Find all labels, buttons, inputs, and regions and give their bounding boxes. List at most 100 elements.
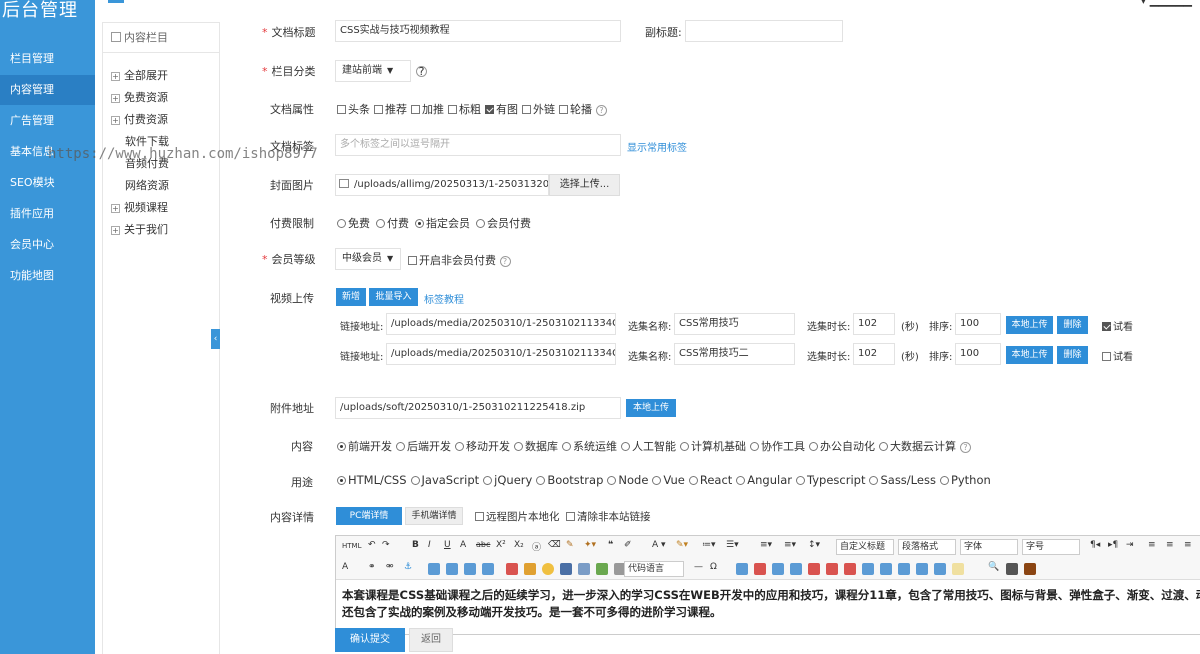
paragraph-format-select[interactable]: 段落格式 <box>898 539 956 555</box>
pure-text-icon[interactable]: ✐ <box>624 540 632 550</box>
radio[interactable] <box>607 476 617 485</box>
align-right-icon[interactable]: ≡ <box>1184 540 1192 550</box>
ordered-list-icon[interactable]: ≔▾ <box>702 540 716 550</box>
subtitle-input[interactable] <box>685 20 843 42</box>
radio[interactable] <box>688 476 698 485</box>
brush-icon[interactable]: ✎ <box>566 540 574 550</box>
checkbox-option[interactable]: 有图 <box>485 103 518 116</box>
expand-icon[interactable]: + <box>111 204 120 213</box>
font-color-icon[interactable]: A ▾ <box>652 540 666 550</box>
tags-input[interactable]: 多个标签之间以逗号隔开 <box>335 134 621 156</box>
video-icon[interactable] <box>560 563 572 575</box>
expand-icon[interactable]: + <box>111 72 120 81</box>
rich-text-editor[interactable]: HTML ↶ ↷ B I U A abc X² X₂ ⓐ ⌫ ✎ ✦▾ ❝ ✐ … <box>335 535 1200 635</box>
image-left-icon[interactable] <box>428 563 440 575</box>
indent-icon[interactable]: ⇥ <box>1126 540 1134 550</box>
radio-option[interactable]: Python <box>939 473 991 487</box>
checkbox[interactable] <box>485 105 494 114</box>
split-cols-icon[interactable] <box>934 563 946 575</box>
nav-item[interactable]: 功能地图 <box>0 261 95 291</box>
batch-import-button[interactable]: 批量导入 <box>369 288 418 306</box>
superscript-icon[interactable]: X² <box>496 540 506 550</box>
local-upload-button[interactable]: 本地上传 <box>1006 316 1053 334</box>
duration-input[interactable]: 102 <box>853 313 895 335</box>
nav-item[interactable]: SEO模块 <box>0 168 95 198</box>
checkbox[interactable] <box>1102 322 1111 331</box>
radio[interactable] <box>337 476 346 485</box>
html-source-icon[interactable]: HTML <box>342 542 361 550</box>
typeset-icon[interactable]: A <box>342 562 348 572</box>
map-icon[interactable] <box>596 563 608 575</box>
insert-col-icon[interactable] <box>808 563 820 575</box>
custom-title-select[interactable]: 自定义标题 <box>836 539 894 555</box>
checkbox[interactable] <box>1102 352 1111 361</box>
radio-option[interactable]: jQuery <box>483 473 532 487</box>
tree-item[interactable]: 网络资源 <box>125 177 169 193</box>
unordered-list-icon[interactable]: ☰▾ <box>726 540 739 550</box>
level-select[interactable]: 中级会员 ▼ <box>335 248 401 270</box>
checkbox-option[interactable]: 标粗 <box>448 103 481 116</box>
row-spacing-top-icon[interactable]: ≡▾ <box>760 540 772 550</box>
unlink-icon[interactable]: ⚮ <box>386 562 394 572</box>
radio[interactable] <box>680 442 689 451</box>
episode-name-input[interactable]: CSS常用技巧 <box>674 313 795 335</box>
nav-item[interactable]: 栏目管理 <box>0 44 95 74</box>
radio[interactable] <box>410 476 420 485</box>
help-icon[interactable]: ? <box>596 105 607 116</box>
radio[interactable] <box>869 476 879 485</box>
radio-option[interactable]: 付费 <box>376 217 409 230</box>
radio-option[interactable]: 大数据云计算 <box>879 440 956 453</box>
help-icon[interactable]: ? <box>416 66 427 77</box>
radio[interactable] <box>562 442 571 451</box>
merge-cells-icon[interactable] <box>844 563 856 575</box>
font-size-select[interactable]: 字号 <box>1022 539 1080 555</box>
tree-item[interactable]: + 视频课程 <box>111 199 168 215</box>
link-address-input[interactable]: /uploads/media/20250310/1-250310211334G6… <box>386 343 616 365</box>
nav-item[interactable]: 广告管理 <box>0 106 95 136</box>
radio[interactable] <box>939 476 949 485</box>
format-painter-icon[interactable]: ✦▾ <box>584 540 596 550</box>
radio-option[interactable]: Typescript <box>796 473 865 487</box>
episode-name-input[interactable]: CSS常用技巧二 <box>674 343 795 365</box>
category-select[interactable]: 建站前端 ▼ <box>335 60 411 82</box>
radio-option[interactable]: 人工智能 <box>621 440 676 453</box>
checkbox[interactable] <box>374 105 383 114</box>
merge-down-icon[interactable] <box>880 563 892 575</box>
nav-item[interactable]: 内容管理 <box>0 75 95 105</box>
eraser-icon[interactable]: ⌫ <box>548 540 561 550</box>
strikethrough-icon[interactable]: abc <box>476 540 490 549</box>
radio-option[interactable]: 移动开发 <box>455 440 510 453</box>
submit-button[interactable]: 确认提交 <box>335 628 405 652</box>
insert-row-before-icon[interactable] <box>772 563 784 575</box>
radio[interactable] <box>652 476 662 485</box>
back-button[interactable]: 返回 <box>409 628 453 652</box>
undo-icon[interactable]: ↶ <box>368 540 376 550</box>
remote-image-check[interactable]: 远程图片本地化 <box>475 509 560 524</box>
radio-option[interactable]: Angular <box>736 473 792 487</box>
ltr-icon[interactable]: ¶◂ <box>1090 540 1100 550</box>
radio[interactable] <box>796 476 805 485</box>
radio[interactable] <box>736 476 746 485</box>
radio-option[interactable]: Vue <box>652 473 685 487</box>
radio[interactable] <box>621 442 630 451</box>
checkbox-option[interactable]: 外链 <box>522 103 555 116</box>
rtl-icon[interactable]: ▸¶ <box>1108 540 1118 550</box>
radio[interactable] <box>455 442 464 451</box>
multi-image-icon[interactable] <box>524 563 536 575</box>
drafts-icon[interactable] <box>1006 563 1018 575</box>
radio-option[interactable]: Node <box>607 473 648 487</box>
radio[interactable] <box>476 219 485 228</box>
merge-right-icon[interactable] <box>862 563 874 575</box>
radio-option[interactable]: 协作工具 <box>750 440 805 453</box>
italic-icon[interactable]: I <box>428 540 431 550</box>
split-cells-icon[interactable] <box>898 563 910 575</box>
radio-option[interactable]: Bootstrap <box>536 473 603 487</box>
special-char-icon[interactable]: Ω <box>710 562 717 572</box>
row-spacing-bottom-icon[interactable]: ≡▾ <box>784 540 796 550</box>
horizontal-rule-icon[interactable]: — <box>694 562 703 572</box>
radio-option[interactable]: 后端开发 <box>396 440 451 453</box>
radio[interactable] <box>483 476 493 485</box>
radio[interactable] <box>337 219 346 228</box>
image-center-icon[interactable] <box>482 563 494 575</box>
radio[interactable] <box>396 442 405 451</box>
